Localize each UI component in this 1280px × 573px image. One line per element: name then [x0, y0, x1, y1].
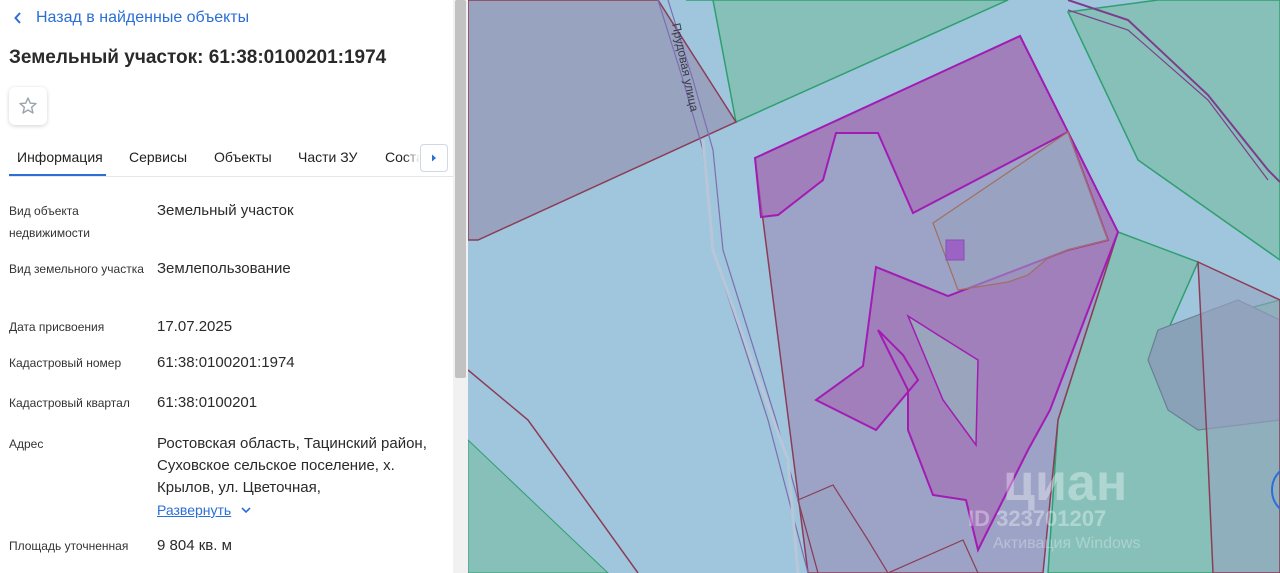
- favorite-button[interactable]: [9, 87, 47, 125]
- field-row: Площадь уточненная 9 804 кв. м: [9, 535, 449, 559]
- field-value: 61:38:0100201: [157, 394, 258, 411]
- panel-scrollbar[interactable]: [453, 0, 468, 573]
- back-link[interactable]: Назад в найденные объекты: [14, 9, 249, 27]
- field-value: 9 804 кв. м: [157, 537, 232, 554]
- field-row: Кадастровый квартал 61:38:0100201: [9, 392, 449, 416]
- field-label: Площадь уточненная: [9, 539, 129, 553]
- parcel-red-right: [1197, 260, 1280, 573]
- field-value: Землепользование: [157, 260, 291, 277]
- address-text: Ростовская область, Тацинский район, Сух…: [157, 435, 427, 496]
- field-row-address: Адрес Ростовская область, Тацинский райо…: [9, 433, 449, 523]
- tab-info[interactable]: Информация: [17, 149, 103, 165]
- page-title: Земельный участок: 61:38:0100201:1974: [9, 47, 387, 68]
- tab-fade: [404, 142, 420, 174]
- field-value: 17.07.2025: [157, 318, 233, 335]
- expand-label: Развернуть: [157, 502, 232, 518]
- tab-objects[interactable]: Объекты: [214, 149, 272, 165]
- scrollbar-thumb[interactable]: [455, 0, 466, 378]
- tab-services[interactable]: Сервисы: [129, 149, 187, 165]
- star-icon: [19, 97, 37, 114]
- field-value: Ростовская область, Тацинский район, Сух…: [157, 433, 442, 522]
- building-small: [945, 239, 965, 261]
- field-row: Вид земельного участка Землепользование: [9, 258, 449, 306]
- field-label: Адрес: [9, 437, 44, 451]
- expand-link[interactable]: Развернуть: [157, 499, 252, 521]
- field-label: Кадастровый номер: [9, 356, 122, 370]
- field-row: Дата присвоения 17.07.2025: [9, 316, 449, 340]
- map-canvas: Прудовая улица циан ID 323701207 Активац…: [468, 0, 1280, 573]
- field-value: Земельный участок: [157, 202, 294, 219]
- field-label: Вид объекта недвижимости: [9, 204, 90, 240]
- tab-parts[interactable]: Части ЗУ: [298, 149, 357, 165]
- caret-right-icon: [432, 154, 436, 162]
- cadastral-map[interactable]: Прудовая улица циан ID 323701207 Активац…: [468, 0, 1280, 573]
- back-link-label: Назад в найденные объекты: [36, 9, 250, 26]
- parcel-green-bottom-left: [468, 439, 609, 573]
- tab-bar: Информация Сервисы Объекты Части ЗУ Сост…: [9, 142, 453, 177]
- chevron-left-icon: [14, 12, 21, 24]
- field-row: Кадастровый номер 61:38:0100201:1974: [9, 352, 449, 376]
- info-panel: Назад в найденные объекты Земельный учас…: [0, 0, 453, 573]
- os-watermark: Активация Windows: [993, 535, 1140, 552]
- watermark-id: ID 323701207: [968, 506, 1106, 531]
- field-value: 61:38:0100201:1974: [157, 354, 295, 371]
- watermark-logo: циан: [1003, 454, 1127, 512]
- field-label: Дата присвоения: [9, 320, 105, 334]
- active-tab-indicator: [9, 174, 106, 176]
- chevron-down-icon: [241, 507, 251, 514]
- parcel-top-left: [468, 0, 738, 241]
- field-row: Вид объекта недвижимости Земельный участ…: [9, 200, 449, 248]
- field-label: Вид земельного участка: [9, 262, 144, 276]
- field-label: Кадастровый квартал: [9, 396, 130, 410]
- tabs-next-button[interactable]: [420, 144, 448, 172]
